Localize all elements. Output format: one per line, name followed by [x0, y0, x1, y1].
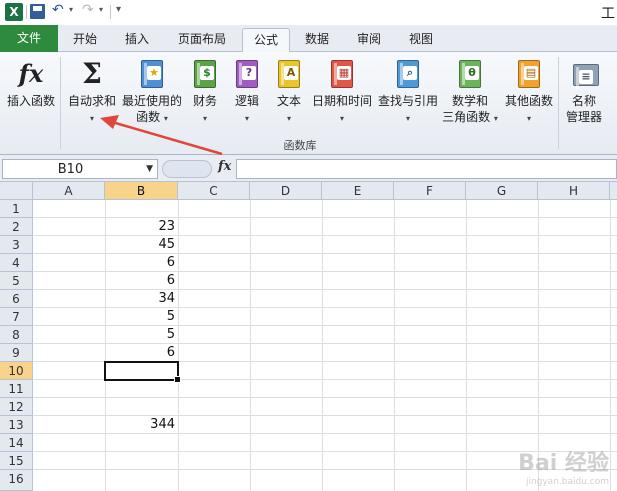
row-header-9[interactable]: 9: [0, 344, 33, 362]
column-header-g[interactable]: G: [466, 182, 538, 200]
cell-b2[interactable]: 23: [105, 218, 178, 236]
name-box-dropdown-icon[interactable]: ▼: [146, 164, 153, 174]
name-box[interactable]: B10 ▼: [2, 159, 158, 179]
formula-bar: B10 ▼ fx: [0, 155, 617, 182]
cell-b3[interactable]: 45: [105, 236, 178, 254]
row-header-6[interactable]: 6: [0, 290, 33, 308]
column-header-a[interactable]: A: [33, 182, 105, 200]
column-header-partial[interactable]: [610, 182, 617, 200]
row-header-11[interactable]: 11: [0, 380, 33, 398]
worksheet-grid[interactable]: A B C D E F G H 1 2 3 4 5 6 7 8 9 10 11 …: [0, 182, 617, 491]
cell-b13[interactable]: 344: [105, 416, 178, 434]
formula-bar-resize-handle[interactable]: [162, 160, 212, 178]
cell-b4[interactable]: 6: [105, 254, 178, 272]
row-header-1[interactable]: 1: [0, 200, 33, 218]
row-header-12[interactable]: 12: [0, 398, 33, 416]
gridline: [394, 200, 395, 491]
row-header-8[interactable]: 8: [0, 326, 33, 344]
row-header-10[interactable]: 10: [0, 362, 33, 380]
formula-input[interactable]: [236, 159, 617, 179]
watermark-url: jingyan.baidu.com: [525, 477, 609, 487]
row-header-15[interactable]: 15: [0, 452, 33, 470]
cell-b5[interactable]: 6: [105, 272, 178, 290]
watermark-main: Bai 经验: [518, 451, 609, 476]
column-header-d[interactable]: D: [250, 182, 322, 200]
column-header-e[interactable]: E: [322, 182, 394, 200]
gridline: [610, 200, 611, 491]
gridline: [250, 200, 251, 491]
cell-b7[interactable]: 5: [105, 308, 178, 326]
watermark: Bai 经验 jingyan.baidu.com: [518, 445, 609, 487]
row-header-7[interactable]: 7: [0, 308, 33, 326]
gridline: [33, 397, 617, 398]
row-header-4[interactable]: 4: [0, 254, 33, 272]
select-all-button[interactable]: [0, 182, 33, 200]
row-header-14[interactable]: 14: [0, 434, 33, 452]
row-header-13[interactable]: 13: [0, 416, 33, 434]
gridline: [178, 200, 179, 491]
cell-b8[interactable]: 5: [105, 326, 178, 344]
column-header-h[interactable]: H: [538, 182, 610, 200]
cell-b9[interactable]: 6: [105, 344, 178, 362]
row-header-3[interactable]: 3: [0, 236, 33, 254]
row-header-2[interactable]: 2: [0, 218, 33, 236]
gridline: [466, 200, 467, 491]
active-cell-b10[interactable]: [104, 361, 181, 383]
row-header-16[interactable]: 16: [0, 470, 33, 491]
gridline: [322, 200, 323, 491]
excel-window: X ↶ ▾ ↷ ▾ ▾ 工 文件 开始 插入 页面布局 公式 数据 审阅 视图 …: [0, 0, 617, 491]
row-header-5[interactable]: 5: [0, 272, 33, 290]
column-header-c[interactable]: C: [178, 182, 250, 200]
column-header-b[interactable]: B: [105, 182, 178, 200]
column-header-f[interactable]: F: [394, 182, 466, 200]
cell-b6[interactable]: 34: [105, 290, 178, 308]
insert-function-icon[interactable]: fx: [218, 159, 231, 174]
name-box-value: B10: [57, 162, 84, 177]
